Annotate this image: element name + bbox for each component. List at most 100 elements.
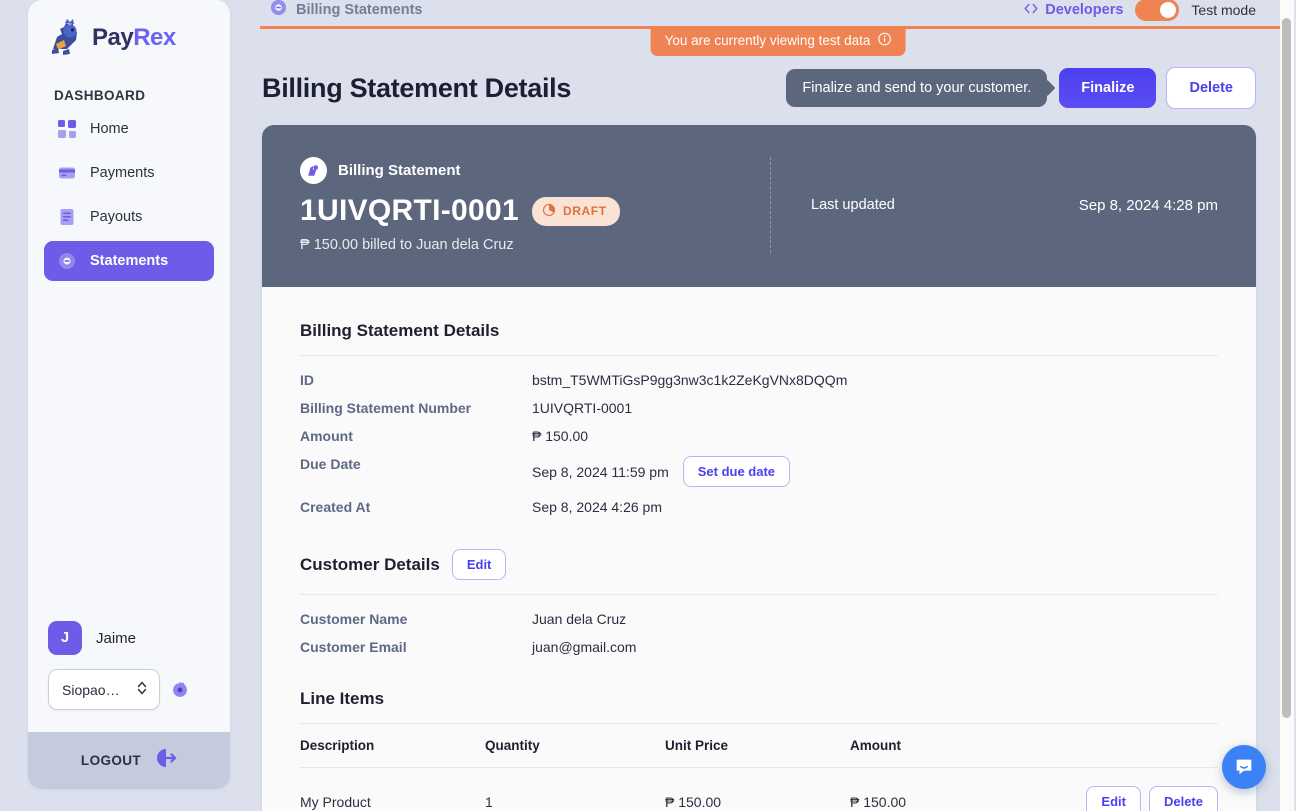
details-value: ₱ 150.00 xyxy=(532,428,589,444)
line-items-divider xyxy=(300,723,1218,724)
brand-logo[interactable]: PayRex xyxy=(28,0,230,66)
details-value: bstm_T5WMTiGsP9gg3nw3c1k2ZeKgVNx8DQQm xyxy=(532,372,848,388)
statement-avatar-icon xyxy=(300,157,327,184)
sidebar-item-label: Home xyxy=(90,121,129,137)
finalize-button[interactable]: Finalize xyxy=(1059,68,1157,108)
sidebar-item-label: Payouts xyxy=(90,209,143,225)
line-items-section-header: Line Items xyxy=(300,689,1218,709)
sidebar: PayRex DASHBOARD Home Payments Payouts S… xyxy=(0,0,260,811)
pie-chart-icon xyxy=(542,203,556,220)
sidebar-panel: PayRex DASHBOARD Home Payments Payouts S… xyxy=(28,0,230,789)
sidebar-item-statements[interactable]: Statements xyxy=(44,241,214,281)
details-table: ID bstm_T5WMTiGsP9gg3nw3c1k2ZeKgVNx8DQQm… xyxy=(300,356,1218,521)
statement-card: Billing Statement 1UIVQRTI-0001 DRAFT ₱ … xyxy=(262,125,1256,811)
status-badge: DRAFT xyxy=(531,196,620,226)
test-mode-label: Test mode xyxy=(1191,2,1256,18)
customer-row-email: Customer Email juan@gmail.com xyxy=(300,633,1218,661)
page-actions: Finalize and send to your customer. Fina… xyxy=(786,67,1256,109)
details-key: ID xyxy=(300,372,314,388)
hero-kind: Billing Statement xyxy=(300,157,770,184)
hero-divider xyxy=(770,157,771,253)
customer-key: Customer Name xyxy=(300,611,408,627)
cell-quantity: 1 xyxy=(485,767,665,811)
content-scroll-area: Billing Statement 1UIVQRTI-0001 DRAFT ₱ … xyxy=(260,125,1296,811)
app-root: PayRex DASHBOARD Home Payments Payouts S… xyxy=(0,0,1296,811)
sidebar-section-title: DASHBOARD xyxy=(54,88,146,103)
details-row-created-at: Created At Sep 8, 2024 4:26 pm xyxy=(300,493,1218,521)
customer-value: juan@gmail.com xyxy=(532,639,637,655)
column-header-amount: Amount xyxy=(850,726,960,768)
page-header: Billing Statement Details Finalize and s… xyxy=(260,58,1296,125)
customer-value: Juan dela Cruz xyxy=(532,611,627,627)
details-key: Amount xyxy=(300,428,353,444)
sidebar-item-label: Statements xyxy=(90,253,169,269)
details-row-amount: Amount ₱ 150.00 xyxy=(300,422,1218,450)
edit-customer-button[interactable]: Edit xyxy=(451,549,507,580)
details-row-id: ID bstm_T5WMTiGsP9gg3nw3c1k2ZeKgVNx8DQQm xyxy=(300,356,1218,394)
card-icon xyxy=(58,164,76,182)
line-items-header-row: Description Quantity Unit Price Amount xyxy=(300,726,1218,768)
set-due-date-button[interactable]: Set due date xyxy=(682,456,791,487)
account-selector[interactable]: Siopao… xyxy=(48,669,160,710)
details-value-cell: Sep 8, 2024 11:59 pm Set due date xyxy=(532,450,1218,493)
details-row-due-date: Due Date Sep 8, 2024 11:59 pm Set due da… xyxy=(300,450,1218,493)
section-spacer-2 xyxy=(300,661,1218,689)
card-body: Billing Statement Details ID bstm_T5WMTi… xyxy=(262,287,1256,811)
details-value: 1UIVQRTI-0001 xyxy=(532,400,633,416)
finalize-tooltip: Finalize and send to your customer. xyxy=(786,69,1048,107)
receipt-icon xyxy=(58,208,76,226)
details-key: Billing Statement Number xyxy=(300,400,472,416)
line-items-head: Description Quantity Unit Price Amount xyxy=(300,726,1218,768)
logout-label: LOGOUT xyxy=(80,753,142,768)
top-bar-right: Developers Test mode xyxy=(1023,0,1256,21)
details-row-number: Billing Statement Number 1UIVQRTI-0001 xyxy=(300,394,1218,422)
user-name: Jaime xyxy=(96,629,137,647)
delete-line-item-button[interactable]: Delete xyxy=(1148,786,1218,811)
info-icon[interactable] xyxy=(877,32,891,49)
customer-row-name: Customer Name Juan dela Cruz xyxy=(300,595,1218,633)
test-data-banner-zone: You are currently viewing test data xyxy=(260,22,1296,58)
row-action-group: Edit Delete xyxy=(1086,786,1218,811)
column-header-description: Description xyxy=(300,726,485,768)
details-value: Sep 8, 2024 11:59 pm xyxy=(532,463,669,480)
test-mode-toggle[interactable] xyxy=(1135,0,1180,21)
vertical-scrollbar-track[interactable] xyxy=(1280,0,1294,811)
logout-button[interactable]: LOGOUT xyxy=(28,732,230,789)
payrex-dino-icon xyxy=(44,18,86,58)
cell-amount: ₱ 150.00 xyxy=(850,767,960,811)
test-data-banner[interactable]: You are currently viewing test data xyxy=(650,26,906,56)
brand-name-rex: Rex xyxy=(133,24,176,51)
due-date-inline: Sep 8, 2024 11:59 pm Set due date xyxy=(532,456,1218,487)
customer-table: Customer Name Juan dela Cruz Customer Em… xyxy=(300,595,1218,661)
details-value: Sep 8, 2024 4:26 pm xyxy=(532,499,662,515)
details-key: Created At xyxy=(300,499,371,515)
toggle-knob xyxy=(1160,2,1177,18)
cell-actions: Edit Delete xyxy=(959,767,1218,811)
delete-button[interactable]: Delete xyxy=(1166,67,1256,109)
table-row: My Product 1 ₱ 150.00 ₱ 150.00 Edit Dele… xyxy=(300,767,1218,811)
sidebar-item-home[interactable]: Home xyxy=(44,109,214,149)
user-profile[interactable]: J Jaime xyxy=(28,621,230,655)
developers-link[interactable]: Developers xyxy=(1023,1,1123,20)
breadcrumb[interactable]: Billing Statements xyxy=(270,0,423,21)
edit-line-item-button[interactable]: Edit xyxy=(1086,786,1141,811)
sidebar-item-payouts[interactable]: Payouts xyxy=(44,197,214,237)
sidebar-item-label: Payments xyxy=(90,165,155,181)
status-badge-label: DRAFT xyxy=(562,204,607,218)
vertical-scrollbar-thumb[interactable] xyxy=(1282,18,1291,718)
breadcrumb-label: Billing Statements xyxy=(296,2,423,18)
line-items-body: My Product 1 ₱ 150.00 ₱ 150.00 Edit Dele… xyxy=(300,767,1218,811)
account-selector-value: Siopao… xyxy=(62,681,120,698)
statement-icon xyxy=(270,0,287,21)
customer-section-header: Customer Details Edit xyxy=(300,549,1218,580)
last-updated-value: Sep 8, 2024 4:28 pm xyxy=(1078,196,1218,214)
gear-icon[interactable] xyxy=(170,680,190,700)
details-key: Due Date xyxy=(300,456,361,472)
sidebar-nav: Home Payments Payouts Statements xyxy=(28,109,230,281)
sidebar-item-payments[interactable]: Payments xyxy=(44,153,214,193)
chat-bubble-icon[interactable] xyxy=(1222,745,1266,789)
grid-icon xyxy=(58,120,76,138)
column-header-actions xyxy=(959,726,1218,768)
hero-right: Last updated Sep 8, 2024 4:28 pm xyxy=(809,197,1218,214)
